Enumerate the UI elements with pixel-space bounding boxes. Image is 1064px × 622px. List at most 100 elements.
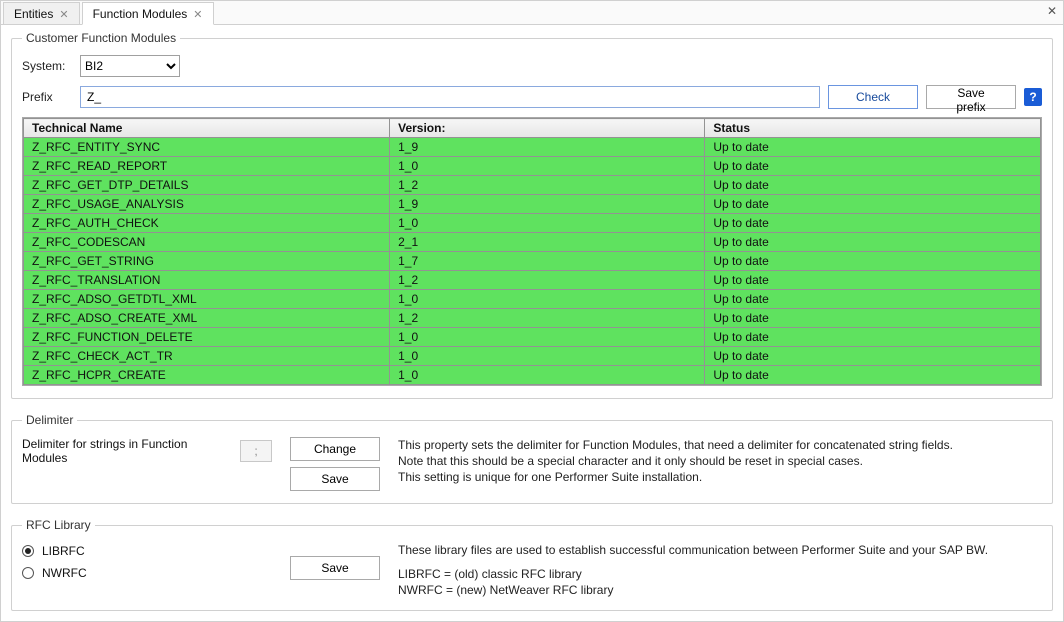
- table-header-row: Technical Name Version: Status: [24, 119, 1041, 138]
- cell-name: Z_RFC_GET_DTP_DETAILS: [24, 176, 390, 195]
- table-row[interactable]: Z_RFC_ADSO_CREATE_XML1_2Up to date: [24, 309, 1041, 328]
- rfc-option-nwrfc[interactable]: NWRFC: [22, 566, 272, 580]
- save-prefix-button[interactable]: Save prefix: [926, 85, 1016, 109]
- table-row[interactable]: Z_RFC_ADSO_GETDTL_XML1_0Up to date: [24, 290, 1041, 309]
- cell-name: Z_RFC_READ_REPORT: [24, 157, 390, 176]
- delimiter-label: Delimiter for strings in Function Module…: [22, 437, 230, 465]
- help-icon[interactable]: ?: [1024, 88, 1042, 106]
- table-row[interactable]: Z_RFC_READ_REPORT1_0Up to date: [24, 157, 1041, 176]
- rfc-description: These library files are used to establis…: [398, 542, 1042, 598]
- rfc-text-line: LIBRFC = (old) classic RFC library: [398, 566, 1042, 582]
- table-row[interactable]: Z_RFC_CODESCAN2_1Up to date: [24, 233, 1041, 252]
- cell-name: Z_RFC_CHECK_ACT_TR: [24, 347, 390, 366]
- system-row: System: BI2: [22, 55, 1042, 77]
- cell-name: Z_RFC_ENTITY_SYNC: [24, 138, 390, 157]
- window-close-icon[interactable]: ✕: [1047, 4, 1057, 18]
- delimiter-description: This property sets the delimiter for Fun…: [398, 437, 1042, 485]
- cell-version: 1_0: [390, 328, 705, 347]
- modules-table: Technical Name Version: Status Z_RFC_ENT…: [23, 118, 1041, 385]
- cell-name: Z_RFC_AUTH_CHECK: [24, 214, 390, 233]
- cell-status: Up to date: [705, 290, 1041, 309]
- cell-status: Up to date: [705, 271, 1041, 290]
- cell-status: Up to date: [705, 157, 1041, 176]
- delimiter-text-line: Note that this should be a special chara…: [398, 453, 1042, 469]
- delimiter-body: Delimiter for strings in Function Module…: [22, 437, 1042, 491]
- table-row[interactable]: Z_RFC_AUTH_CHECK1_0Up to date: [24, 214, 1041, 233]
- cell-name: Z_RFC_HCPR_CREATE: [24, 366, 390, 385]
- cell-status: Up to date: [705, 176, 1041, 195]
- cell-version: 1_7: [390, 252, 705, 271]
- cell-version: 1_2: [390, 271, 705, 290]
- cell-status: Up to date: [705, 214, 1041, 233]
- table-row[interactable]: Z_RFC_GET_STRING1_7Up to date: [24, 252, 1041, 271]
- cell-name: Z_RFC_USAGE_ANALYSIS: [24, 195, 390, 214]
- tab-function-modules[interactable]: Function Modules ✕: [82, 2, 214, 25]
- tab-label: Entities: [14, 7, 53, 21]
- prefix-input[interactable]: [80, 86, 820, 108]
- cell-version: 1_0: [390, 214, 705, 233]
- cell-version: 1_0: [390, 157, 705, 176]
- rfc-text-line: NWRFC = (new) NetWeaver RFC library: [398, 582, 1042, 598]
- delimiter-input: [240, 440, 272, 462]
- group-legend: Delimiter: [22, 413, 77, 427]
- cell-name: Z_RFC_FUNCTION_DELETE: [24, 328, 390, 347]
- cell-version: 1_9: [390, 195, 705, 214]
- group-legend: RFC Library: [22, 518, 95, 532]
- table-body: Z_RFC_ENTITY_SYNC1_9Up to dateZ_RFC_READ…: [24, 138, 1041, 385]
- modules-table-wrap: Technical Name Version: Status Z_RFC_ENT…: [22, 117, 1042, 386]
- col-version[interactable]: Version:: [390, 119, 705, 138]
- delimiter-left: Delimiter for strings in Function Module…: [22, 437, 272, 465]
- cell-status: Up to date: [705, 252, 1041, 271]
- cell-name: Z_RFC_ADSO_CREATE_XML: [24, 309, 390, 328]
- radio-label: NWRFC: [42, 566, 87, 580]
- cell-version: 2_1: [390, 233, 705, 252]
- radio-label: LIBRFC: [42, 544, 85, 558]
- table-row[interactable]: Z_RFC_FUNCTION_DELETE1_0Up to date: [24, 328, 1041, 347]
- tab-label: Function Modules: [93, 7, 188, 21]
- rfc-text-intro: These library files are used to establis…: [398, 542, 1042, 558]
- table-row[interactable]: Z_RFC_CHECK_ACT_TR1_0Up to date: [24, 347, 1041, 366]
- tab-entities[interactable]: Entities ✕: [3, 2, 80, 25]
- table-row[interactable]: Z_RFC_ENTITY_SYNC1_9Up to date: [24, 138, 1041, 157]
- cell-status: Up to date: [705, 138, 1041, 157]
- rfc-option-librfc[interactable]: LIBRFC: [22, 544, 272, 558]
- table-row[interactable]: Z_RFC_USAGE_ANALYSIS1_9Up to date: [24, 195, 1041, 214]
- radio-icon: [22, 545, 34, 557]
- cell-version: 1_9: [390, 138, 705, 157]
- delimiter-text-line: This setting is unique for one Performer…: [398, 469, 1042, 485]
- cell-status: Up to date: [705, 233, 1041, 252]
- cell-version: 1_0: [390, 366, 705, 385]
- group-legend: Customer Function Modules: [22, 31, 180, 45]
- col-status[interactable]: Status: [705, 119, 1041, 138]
- table-row[interactable]: Z_RFC_HCPR_CREATE1_0Up to date: [24, 366, 1041, 385]
- close-icon[interactable]: ✕: [193, 8, 202, 21]
- delimiter-text-line: This property sets the delimiter for Fun…: [398, 437, 1042, 453]
- customer-function-modules-group: Customer Function Modules System: BI2 Pr…: [11, 31, 1053, 399]
- prefix-row: Prefix Check Save prefix ?: [22, 85, 1042, 109]
- check-button[interactable]: Check: [828, 85, 918, 109]
- table-row[interactable]: Z_RFC_GET_DTP_DETAILS1_2Up to date: [24, 176, 1041, 195]
- cell-status: Up to date: [705, 366, 1041, 385]
- cell-status: Up to date: [705, 347, 1041, 366]
- cell-version: 1_2: [390, 309, 705, 328]
- cell-name: Z_RFC_CODESCAN: [24, 233, 390, 252]
- close-icon[interactable]: ✕: [59, 8, 68, 21]
- cell-status: Up to date: [705, 309, 1041, 328]
- cell-version: 1_0: [390, 347, 705, 366]
- cell-version: 1_0: [390, 290, 705, 309]
- delimiter-buttons: Change Save: [290, 437, 380, 491]
- system-select[interactable]: BI2: [80, 55, 180, 77]
- app-window: Entities ✕ Function Modules ✕ ✕ Customer…: [0, 0, 1064, 622]
- col-technical-name[interactable]: Technical Name: [24, 119, 390, 138]
- content-area: Customer Function Modules System: BI2 Pr…: [11, 31, 1053, 611]
- rfc-save-button[interactable]: Save: [290, 556, 380, 580]
- radio-icon: [22, 567, 34, 579]
- table-row[interactable]: Z_RFC_TRANSLATION1_2Up to date: [24, 271, 1041, 290]
- delimiter-save-button[interactable]: Save: [290, 467, 380, 491]
- system-label: System:: [22, 59, 72, 73]
- cell-status: Up to date: [705, 195, 1041, 214]
- delimiter-change-button[interactable]: Change: [290, 437, 380, 461]
- cell-status: Up to date: [705, 328, 1041, 347]
- cell-name: Z_RFC_ADSO_GETDTL_XML: [24, 290, 390, 309]
- cell-version: 1_2: [390, 176, 705, 195]
